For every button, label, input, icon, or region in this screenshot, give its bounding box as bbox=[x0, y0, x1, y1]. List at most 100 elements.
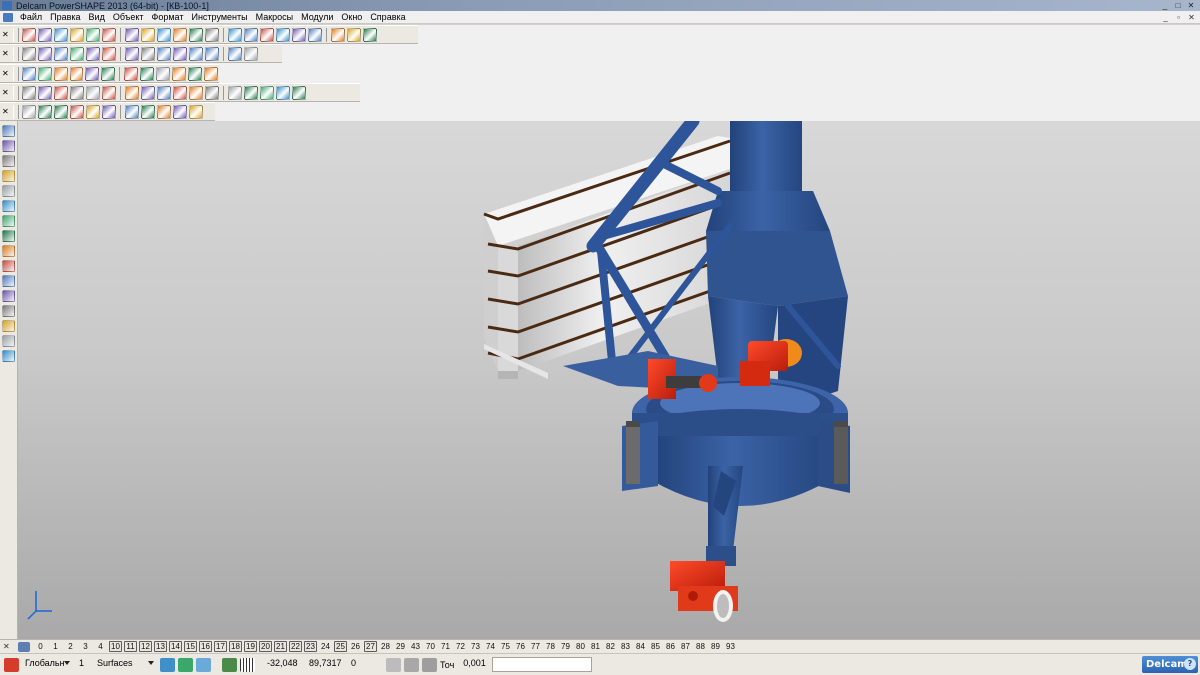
level-83[interactable]: 83 bbox=[618, 642, 633, 651]
cut-icon[interactable] bbox=[2, 185, 15, 197]
chamfer-icon[interactable] bbox=[227, 85, 242, 100]
boolean-int-icon[interactable] bbox=[188, 85, 203, 100]
level-24[interactable]: 24 bbox=[318, 642, 333, 651]
boolean-add-icon[interactable] bbox=[156, 85, 171, 100]
coords-mode-icon[interactable] bbox=[386, 657, 401, 672]
trim-icon[interactable] bbox=[2, 230, 15, 242]
selection-icon[interactable] bbox=[196, 657, 211, 672]
intelligent-cursor-icon[interactable] bbox=[222, 657, 237, 672]
level-86[interactable]: 86 bbox=[663, 642, 678, 651]
menu-modules[interactable]: Модули bbox=[297, 12, 337, 22]
doc-minimize-icon[interactable]: _ bbox=[1161, 13, 1170, 22]
menu-format[interactable]: Формат bbox=[148, 12, 188, 22]
level-72[interactable]: 72 bbox=[453, 642, 468, 651]
level-75[interactable]: 75 bbox=[498, 642, 513, 651]
level-number-field[interactable]: 1 bbox=[76, 657, 90, 672]
mirror-icon[interactable] bbox=[291, 85, 306, 100]
rotate-icon[interactable] bbox=[243, 27, 258, 42]
solid-cone-icon[interactable] bbox=[69, 85, 84, 100]
solid-icon[interactable] bbox=[2, 200, 15, 212]
boolean-sub-icon[interactable] bbox=[172, 85, 187, 100]
view-iso3-icon[interactable] bbox=[53, 46, 68, 61]
level-17[interactable]: 17 bbox=[214, 641, 227, 652]
new-file-icon[interactable] bbox=[21, 27, 36, 42]
drawing-icon[interactable] bbox=[156, 104, 171, 119]
levels-icon[interactable] bbox=[18, 641, 30, 652]
level-85[interactable]: 85 bbox=[648, 642, 663, 651]
view-iso1-icon[interactable] bbox=[21, 46, 36, 61]
level-2[interactable]: 2 bbox=[63, 642, 78, 651]
toolbar-grip[interactable] bbox=[12, 85, 19, 100]
close-icon[interactable]: ✕ bbox=[2, 107, 9, 116]
level-77[interactable]: 77 bbox=[528, 642, 543, 651]
level-0[interactable]: 0 bbox=[33, 642, 48, 651]
tree-icon[interactable] bbox=[172, 66, 187, 81]
level-79[interactable]: 79 bbox=[558, 642, 573, 651]
mate-icon[interactable] bbox=[85, 104, 100, 119]
level-11[interactable]: 11 bbox=[124, 641, 137, 652]
redo-icon[interactable] bbox=[188, 27, 203, 42]
move-icon[interactable] bbox=[227, 27, 242, 42]
menu-macros[interactable]: Макросы bbox=[252, 12, 298, 22]
warning-icon[interactable] bbox=[2, 170, 15, 182]
select-arrow-icon[interactable] bbox=[2, 125, 15, 137]
level-16[interactable]: 16 bbox=[199, 641, 212, 652]
component-icon[interactable] bbox=[69, 104, 84, 119]
fillet-icon[interactable] bbox=[204, 85, 219, 100]
pan-icon[interactable] bbox=[101, 46, 116, 61]
grid-icon[interactable] bbox=[240, 657, 255, 672]
maximize-icon[interactable]: □ bbox=[1173, 1, 1183, 10]
snap-grid-icon[interactable] bbox=[178, 657, 193, 672]
toolbar-grip[interactable] bbox=[12, 46, 19, 61]
measure-icon[interactable] bbox=[330, 27, 345, 42]
level-70[interactable]: 70 bbox=[423, 642, 438, 651]
level-18[interactable]: 18 bbox=[229, 641, 242, 652]
mirror-icon[interactable] bbox=[2, 275, 15, 287]
level-14[interactable]: 14 bbox=[169, 641, 182, 652]
level-15[interactable]: 15 bbox=[184, 641, 197, 652]
level-89[interactable]: 89 bbox=[708, 642, 723, 651]
level-76[interactable]: 76 bbox=[513, 642, 528, 651]
calc-icon[interactable] bbox=[37, 66, 52, 81]
level-12[interactable]: 12 bbox=[139, 641, 152, 652]
solid-box-icon[interactable] bbox=[21, 85, 36, 100]
menu-view[interactable]: Вид bbox=[85, 12, 109, 22]
level-27[interactable]: 27 bbox=[364, 641, 377, 652]
menu-help[interactable]: Справка bbox=[366, 12, 409, 22]
curve-icon[interactable] bbox=[275, 27, 290, 42]
level-93[interactable]: 93 bbox=[723, 642, 738, 651]
assembly-icon[interactable] bbox=[53, 104, 68, 119]
select-icon[interactable] bbox=[204, 27, 219, 42]
level-29[interactable]: 29 bbox=[393, 642, 408, 651]
tolerance-icon[interactable] bbox=[422, 657, 437, 672]
tool-icon[interactable] bbox=[362, 27, 377, 42]
menu-edit[interactable]: Правка bbox=[46, 12, 84, 22]
divider-icon[interactable] bbox=[2, 155, 15, 167]
shade-icon[interactable] bbox=[188, 46, 203, 61]
copy-view-icon[interactable] bbox=[156, 66, 171, 81]
print-icon[interactable] bbox=[85, 27, 100, 42]
menu-tools[interactable]: Инструменты bbox=[187, 12, 251, 22]
solid-torus-icon[interactable] bbox=[85, 85, 100, 100]
sketch-icon[interactable] bbox=[2, 140, 15, 152]
move-obj-icon[interactable] bbox=[204, 66, 218, 81]
close-icon[interactable]: ✕ bbox=[3, 642, 10, 651]
level-73[interactable]: 73 bbox=[468, 642, 483, 651]
level-26[interactable]: 26 bbox=[348, 642, 363, 651]
level-84[interactable]: 84 bbox=[633, 642, 648, 651]
solid-sweep-icon[interactable] bbox=[140, 85, 155, 100]
help-icon[interactable]: ? bbox=[1184, 658, 1196, 670]
layer-icon[interactable] bbox=[53, 66, 68, 81]
star-icon[interactable] bbox=[2, 260, 15, 272]
circle-icon[interactable] bbox=[259, 27, 274, 42]
close-icon[interactable]: ✕ bbox=[1186, 1, 1196, 10]
zoom-icon[interactable] bbox=[124, 46, 139, 61]
yellow-tri-icon[interactable] bbox=[124, 66, 139, 81]
doc-close-icon[interactable]: ✕ bbox=[1187, 13, 1196, 22]
level-21[interactable]: 21 bbox=[274, 641, 287, 652]
hand-icon[interactable] bbox=[243, 46, 258, 61]
level-81[interactable]: 81 bbox=[588, 642, 603, 651]
render-icon[interactable] bbox=[188, 104, 203, 119]
flip-icon[interactable] bbox=[2, 245, 15, 257]
bom-icon[interactable] bbox=[140, 104, 155, 119]
